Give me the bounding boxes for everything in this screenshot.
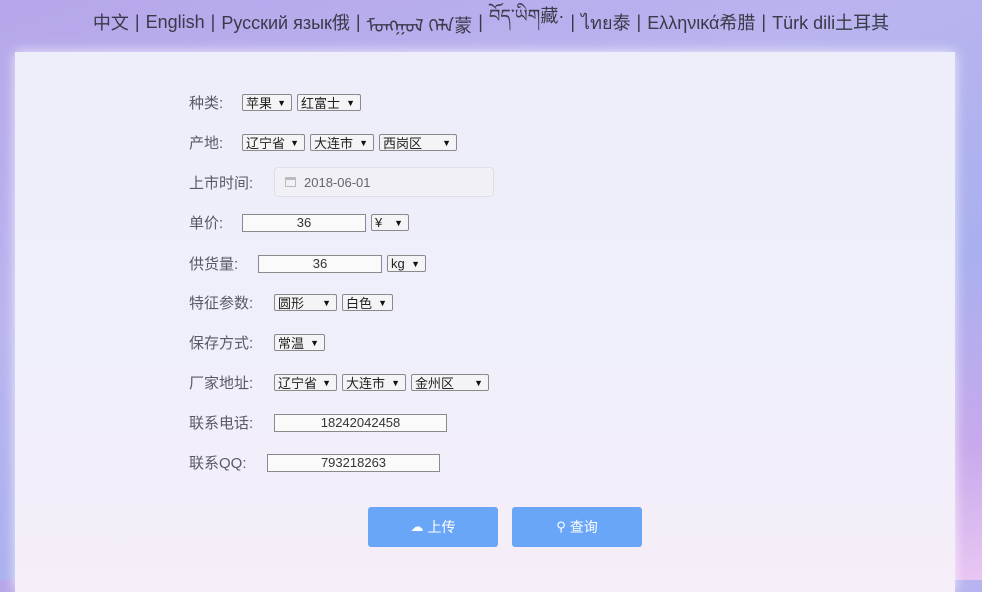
shape-select[interactable]: 圆形 ▼ [274,294,337,311]
query-button[interactable]: ⚲ 查询 [512,507,642,547]
search-icon: ⚲ [556,519,566,534]
color-value: 白色 [346,296,373,311]
separator: | [210,11,216,32]
supply-unit-select[interactable]: kg ▼ [387,255,426,272]
supply-input[interactable]: 36 [258,254,382,273]
origin-row: 产地: 辽宁省 ▼ 大连市 ▼ 西岗区 ▼ [189,132,462,153]
separator: | [478,11,483,32]
chevron-down-icon: ▼ [411,258,420,269]
supply-unit-value: kg [391,256,405,271]
factory-district-select[interactable]: 金州区 ▼ [411,374,489,391]
factory-city-value: 大连市 [346,376,386,391]
chevron-down-icon: ▼ [310,337,319,348]
origin-province-value: 辽宁省 [246,136,286,151]
origin-label: 产地: [189,135,224,152]
currency-select[interactable]: ¥ ▼ [371,214,409,231]
unit-price-row: 单价: 36 ¥ ▼ [189,212,414,233]
category-row: 种类: 苹果 ▼ 红富士 ▼ [189,92,366,113]
chevron-down-icon: ▼ [322,297,331,308]
lang-greek[interactable]: Ελληνικά希腊 [647,9,755,35]
factory-district-value: 金州区 [415,376,455,391]
upload-button[interactable]: ☁ 上传 [368,507,498,547]
chevron-down-icon: ▼ [474,377,483,388]
category-select[interactable]: 苹果 ▼ [242,94,292,111]
qq-row: 联系QQ: 793218263 [189,452,445,473]
unit-price-label: 单价: [189,215,224,232]
separator: | [761,11,767,32]
separator: | [636,11,642,32]
qq-input[interactable]: 793218263 [267,453,440,472]
chevron-down-icon: ▼ [290,137,299,148]
market-time-label: 上市时间: [189,174,254,192]
separator: | [570,11,576,32]
variety-value: 红富士 [301,96,341,111]
chevron-down-icon: ▼ [322,377,331,388]
variety-select[interactable]: 红富士 ▼ [297,94,361,111]
language-bar: 中文 | English | Русский язык俄 | ᠮᠣᠩᠭᠣᠯ ᠬᠡᠯᠡ蒙… [0,0,982,44]
lang-tibetan[interactable]: བོད་ཡིག藏· [489,0,564,47]
chevron-down-icon: ▼ [359,137,368,148]
market-time-datepicker[interactable]: 2018-06-01 [274,167,494,197]
origin-district-select[interactable]: 西岗区 ▼ [379,134,457,151]
lang-thai[interactable]: ไทย泰 [581,8,630,37]
lang-turkish[interactable]: Türk dili土耳其 [772,9,889,35]
calendar-icon [285,177,296,187]
color-select[interactable]: 白色 ▼ [342,294,393,311]
form-panel: 种类: 苹果 ▼ 红富士 ▼ 产地: 辽宁省 ▼ 大连市 ▼ 西岗区 ▼ 上市时间: 20… [15,52,955,592]
chevron-down-icon: ▼ [394,217,403,228]
chevron-down-icon: ▼ [346,97,355,108]
query-label: 查询 [569,519,598,535]
factory-province-select[interactable]: 辽宁省 ▼ [274,374,337,391]
origin-district-value: 西岗区 [383,136,423,151]
supply-row: 供货量: 36 kg ▼ [189,253,431,274]
phone-input[interactable]: 18242042458 [274,413,447,432]
phone-row: 联系电话: 18242042458 [189,412,452,433]
storage-value: 常温 [278,336,305,351]
supply-label: 供货量: [189,256,239,273]
phone-label: 联系电话: [189,415,254,432]
origin-province-select[interactable]: 辽宁省 ▼ [242,134,305,151]
upload-label: 上传 [427,519,456,535]
factory-address-label: 厂家地址: [189,375,254,392]
qq-label: 联系QQ: [189,455,247,472]
shape-value: 圆形 [278,296,305,311]
separator: | [355,11,361,32]
factory-address-row: 厂家地址: 辽宁省 ▼ 大连市 ▼ 金州区 ▼ [189,372,494,393]
unit-price-input[interactable]: 36 [242,213,366,232]
market-time-row: 上市时间: 2018-06-01 [189,167,494,197]
chevron-down-icon: ▼ [277,97,286,108]
category-label: 种类: [189,95,224,112]
market-time-value: 2018-06-01 [304,174,371,190]
cloud-upload-icon: ☁ [410,519,424,534]
factory-province-value: 辽宁省 [278,376,318,391]
currency-value: ¥ [375,215,383,230]
storage-row: 保存方式: 常温 ▼ [189,332,330,353]
separator: | [134,11,140,32]
chevron-down-icon: ▼ [391,377,400,388]
factory-city-select[interactable]: 大连市 ▼ [342,374,406,391]
lang-english[interactable]: English [146,12,205,33]
lang-mongolian[interactable]: ᠮᠣᠩᠭᠣᠯ ᠬᠡᠯᠡ蒙 [367,7,473,38]
lang-russian[interactable]: Русский язык俄 [221,9,350,35]
features-row: 特征参数: 圆形 ▼ 白色 ▼ [189,292,398,313]
origin-city-value: 大连市 [314,136,354,151]
category-value: 苹果 [246,96,273,111]
storage-select[interactable]: 常温 ▼ [274,334,325,351]
storage-label: 保存方式: [189,335,254,352]
lang-chinese[interactable]: 中文 [93,9,129,35]
chevron-down-icon: ▼ [378,297,387,308]
origin-city-select[interactable]: 大连市 ▼ [310,134,374,151]
chevron-down-icon: ▼ [442,137,451,148]
features-label: 特征参数: [189,295,254,312]
